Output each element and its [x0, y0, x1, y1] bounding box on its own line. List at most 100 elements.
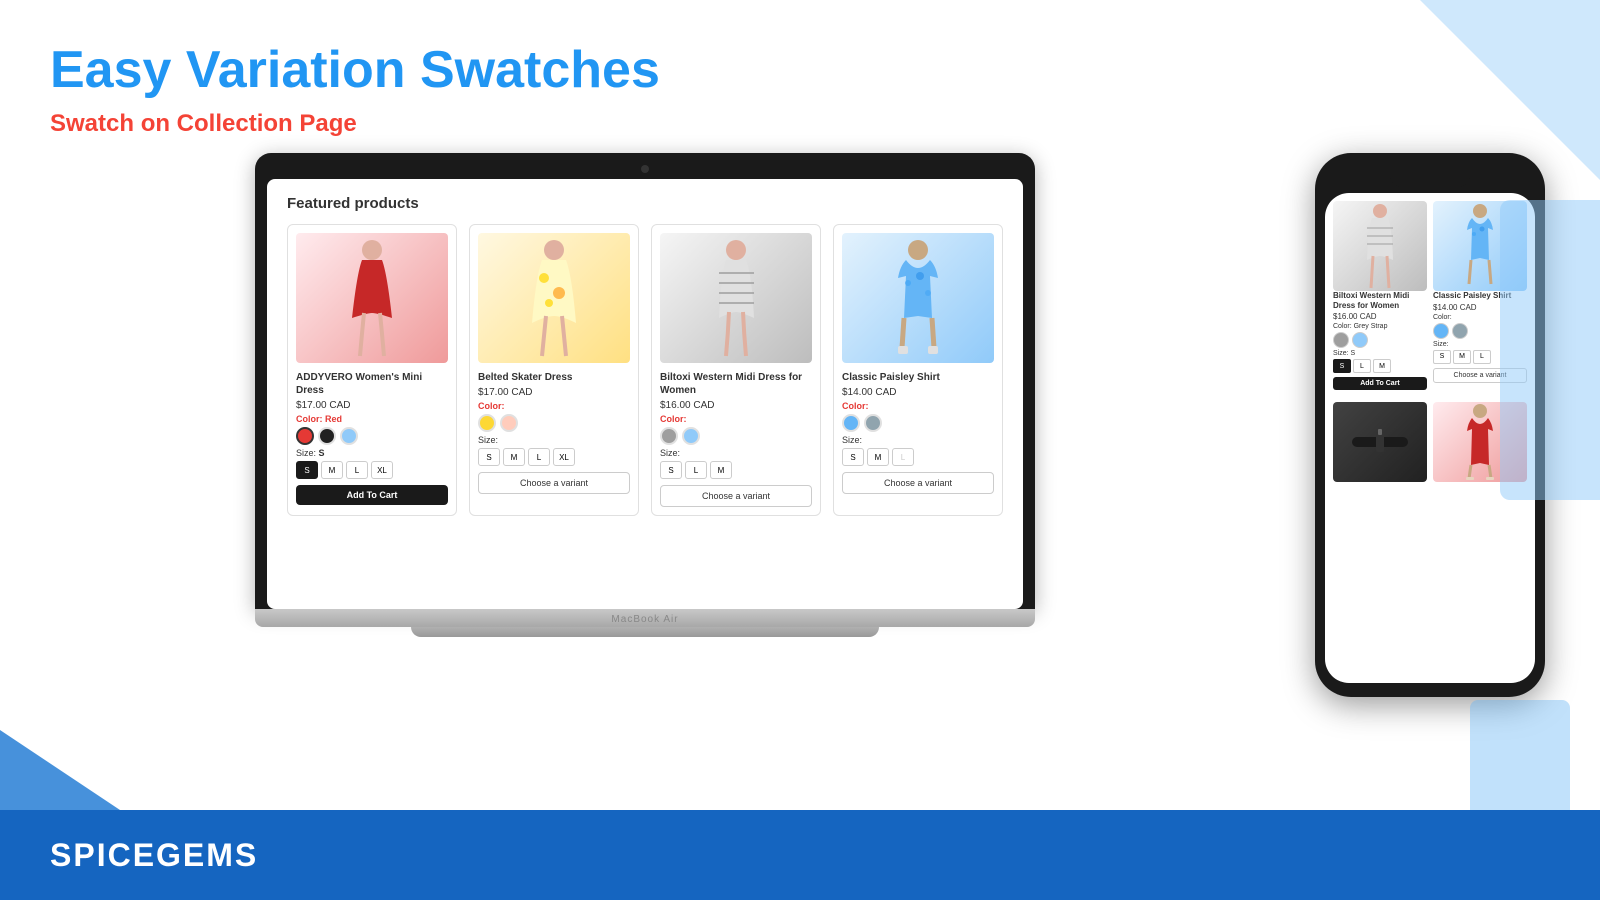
size-label-1: Size: S [296, 448, 448, 458]
phone-color-label-1: Color: Grey Strap [1333, 323, 1427, 330]
product-name-1: ADDYVERO Women's Mini Dress [296, 371, 448, 397]
size-l-1[interactable]: L [346, 461, 368, 479]
main-content: Featured products [0, 153, 1600, 697]
product-color-label-2: Color: [478, 401, 630, 411]
color-swatch-peach[interactable] [500, 414, 518, 432]
phone-swatch-grey2[interactable] [1452, 323, 1468, 339]
deco-mid-right [1500, 200, 1600, 500]
product-color-label-3: Color: [660, 414, 812, 424]
phone-swatch-blue[interactable] [1352, 332, 1368, 348]
product-price-3: $16.00 CAD [660, 400, 812, 411]
phone-product-name-1: Biltoxi Western Midi Dress for Women [1333, 291, 1427, 310]
size-s-1[interactable]: S [296, 461, 318, 479]
product-name-3: Biltoxi Western Midi Dress for Women [660, 371, 812, 397]
size-xl-2[interactable]: XL [553, 448, 575, 466]
product-card-1: ADDYVERO Women's Mini Dress $17.00 CAD C… [287, 224, 457, 516]
laptop-base [255, 609, 1035, 627]
phone-swatch-blue2[interactable] [1433, 323, 1449, 339]
bottom-bar: SPICEGEMS [0, 810, 1600, 900]
size-m-4[interactable]: M [867, 448, 889, 466]
phone-bottom-img-1 [1333, 402, 1427, 482]
size-label-3: Size: [660, 448, 812, 458]
phone-size-s-2[interactable]: S [1433, 350, 1451, 364]
featured-title: Featured products [287, 195, 1003, 212]
phone-products-bottom [1333, 402, 1527, 482]
brand-logo: SPICEGEMS [50, 837, 258, 874]
size-label-4: Size: [842, 435, 994, 445]
laptop-screen: Featured products [267, 179, 1023, 609]
size-swatches-4: S M L [842, 448, 994, 466]
phone-product-img-1 [1333, 201, 1427, 291]
phone-swatch-grey[interactable] [1333, 332, 1349, 348]
product-price-1: $17.00 CAD [296, 400, 448, 411]
product-card-2: Belted Skater Dress $17.00 CAD Color: Si… [469, 224, 639, 516]
phone-size-btns-1: S L M [1333, 359, 1427, 373]
color-swatch-blue4[interactable] [842, 414, 860, 432]
choose-variant-btn-4[interactable]: Choose a variant [842, 472, 994, 494]
product-image-4 [842, 233, 994, 363]
color-swatches-2 [478, 414, 630, 432]
product-image-2 [478, 233, 630, 363]
product-color-label-1: Color: Red [296, 414, 448, 424]
color-swatch-grey3[interactable] [660, 427, 678, 445]
header: Easy Variation Swatches Swatch on Collec… [0, 0, 1600, 148]
title-colored: Variation Swatches [186, 41, 660, 99]
color-swatches-4 [842, 414, 994, 432]
phone-size-l-1[interactable]: L [1353, 359, 1371, 373]
product-price-4: $14.00 CAD [842, 387, 994, 398]
store-content: Featured products [267, 179, 1023, 609]
title-plain: Easy [50, 41, 171, 99]
size-label-2: Size: [478, 435, 630, 445]
phone-size-m-1[interactable]: M [1373, 359, 1391, 373]
color-swatches-3 [660, 427, 812, 445]
color-swatch-black[interactable] [318, 427, 336, 445]
color-swatch-grey4[interactable] [864, 414, 882, 432]
size-l-3[interactable]: L [685, 461, 707, 479]
laptop-camera [641, 165, 649, 173]
deco-bottom-triangle [0, 730, 120, 810]
size-s-4[interactable]: S [842, 448, 864, 466]
laptop-stand [411, 627, 879, 637]
color-swatch-blue3[interactable] [682, 427, 700, 445]
phone-size-row-1: Size: S [1333, 350, 1427, 357]
product-card-3: Biltoxi Western Midi Dress for Women $16… [651, 224, 821, 516]
color-swatch-blue[interactable] [340, 427, 358, 445]
phone-size-m-2[interactable]: M [1453, 350, 1471, 364]
product-image-1 [296, 233, 448, 363]
size-swatches-2: S M L XL [478, 448, 630, 466]
choose-variant-btn-3[interactable]: Choose a variant [660, 485, 812, 507]
size-xl-1[interactable]: XL [371, 461, 393, 479]
products-grid: ADDYVERO Women's Mini Dress $17.00 CAD C… [287, 224, 1003, 516]
laptop-container: Featured products [30, 153, 1260, 697]
size-s-3[interactable]: S [660, 461, 682, 479]
phone-notch [1390, 167, 1470, 187]
product-name-2: Belted Skater Dress [478, 371, 630, 384]
size-swatches-1: S M L XL [296, 461, 448, 479]
phone-swatches-1 [1333, 332, 1427, 348]
color-swatch-yellow[interactable] [478, 414, 496, 432]
size-m-3[interactable]: M [710, 461, 732, 479]
choose-variant-btn-2[interactable]: Choose a variant [478, 472, 630, 494]
product-image-3 [660, 233, 812, 363]
phone-size-l-2[interactable]: L [1473, 350, 1491, 364]
phone-products-top: Biltoxi Western Midi Dress for Women $16… [1333, 201, 1527, 396]
size-l-2[interactable]: L [528, 448, 550, 466]
phone-product-price-1: $16.00 CAD [1333, 312, 1427, 321]
size-m-2[interactable]: M [503, 448, 525, 466]
product-name-4: Classic Paisley Shirt [842, 371, 994, 384]
page-subtitle: Swatch on Collection Page [50, 110, 1550, 138]
page-title: Easy Variation Swatches [50, 40, 1550, 100]
size-l-4[interactable]: L [892, 448, 914, 466]
laptop-mockup: Featured products [255, 153, 1035, 637]
color-swatches-1 [296, 427, 448, 445]
phone-add-cart-1[interactable]: Add To Cart [1333, 377, 1427, 390]
size-s-2[interactable]: S [478, 448, 500, 466]
product-color-label-4: Color: [842, 401, 994, 411]
add-to-cart-btn-1[interactable]: Add To Cart [296, 485, 448, 505]
color-swatch-red[interactable] [296, 427, 314, 445]
laptop-screen-outer: Featured products [255, 153, 1035, 609]
product-card-4: Classic Paisley Shirt $14.00 CAD Color: … [833, 224, 1003, 516]
size-m-1[interactable]: M [321, 461, 343, 479]
size-swatches-3: S L M [660, 461, 812, 479]
phone-size-s-1[interactable]: S [1333, 359, 1351, 373]
